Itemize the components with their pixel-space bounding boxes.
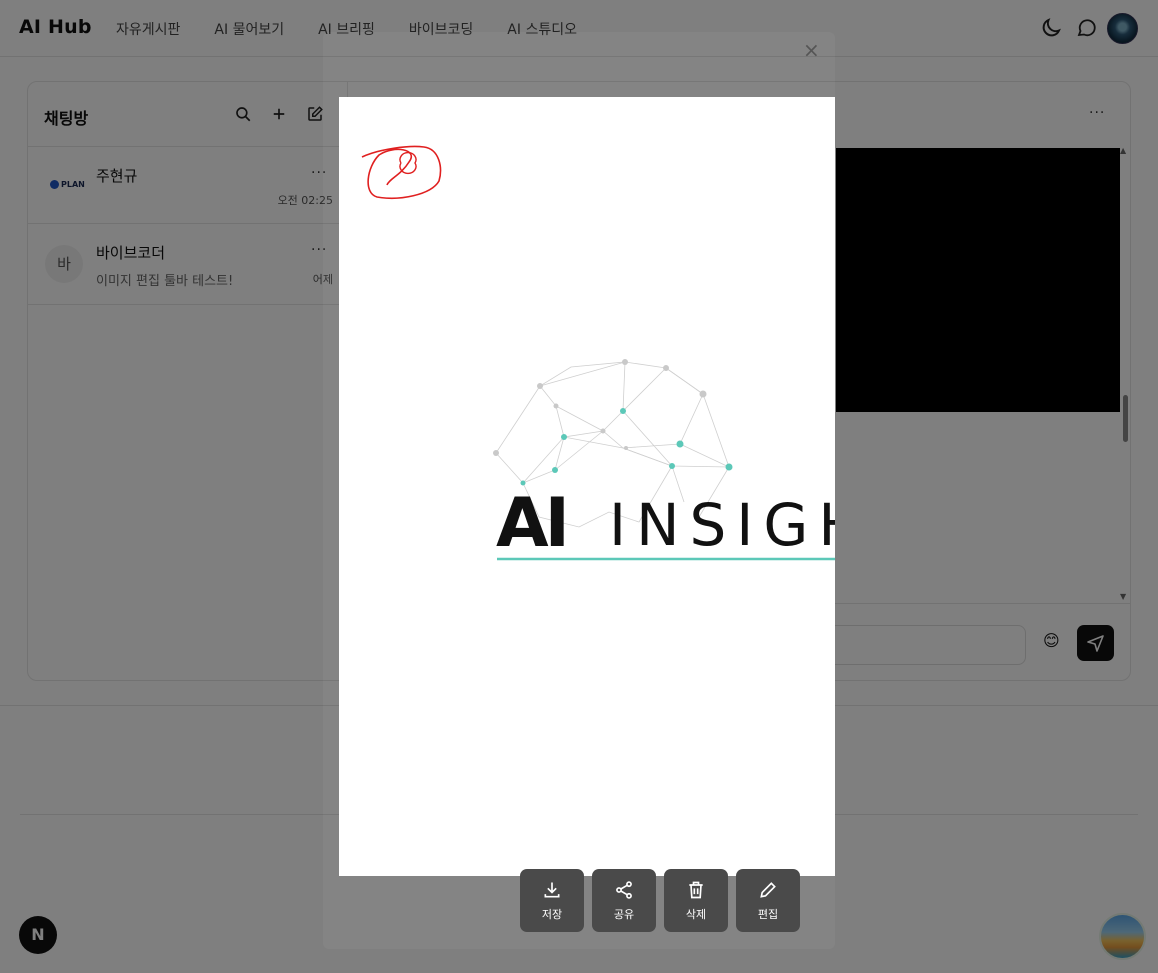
trash-icon bbox=[689, 881, 703, 899]
pencil-icon bbox=[760, 882, 776, 898]
share-label: 공유 bbox=[613, 908, 635, 921]
share-icon bbox=[616, 881, 632, 899]
ai-insight-text: INSIGH bbox=[609, 491, 835, 559]
delete-label: 삭제 bbox=[685, 908, 707, 921]
save-button[interactable]: 저장 bbox=[520, 869, 584, 932]
close-icon[interactable]: × bbox=[803, 38, 820, 62]
image-canvas[interactable]: AI INSIGH bbox=[339, 97, 835, 876]
edit-button[interactable]: 편집 bbox=[736, 869, 800, 932]
image-edit-toolbar: 저장 공유 삭제 편집 bbox=[520, 869, 808, 932]
delete-button[interactable]: 삭제 bbox=[664, 869, 728, 932]
svg-text:AI: AI bbox=[496, 484, 566, 563]
red-scribble bbox=[361, 145, 442, 200]
edit-label: 편집 bbox=[757, 908, 779, 921]
save-label: 저장 bbox=[541, 908, 563, 921]
share-button[interactable]: 공유 bbox=[592, 869, 656, 932]
ai-insight-image: AI INSIGH bbox=[361, 145, 835, 563]
download-icon bbox=[544, 882, 560, 898]
